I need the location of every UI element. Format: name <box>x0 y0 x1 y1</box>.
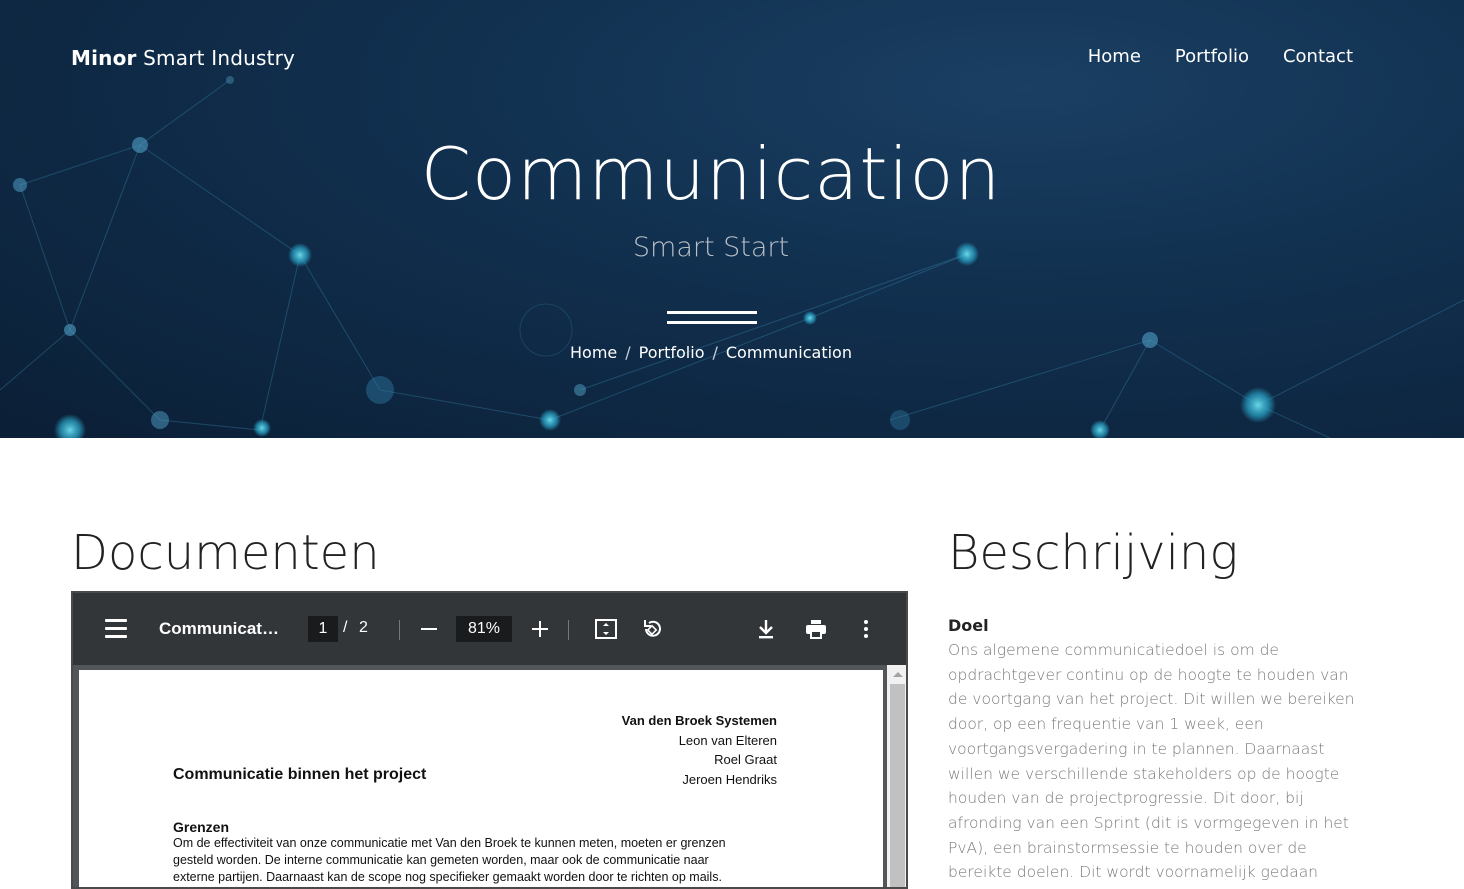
rotate-icon[interactable] <box>640 617 664 641</box>
pdf-text-line: Om de effectiviteit van onze communicati… <box>173 836 726 850</box>
page-title: Communication <box>420 132 1002 216</box>
breadcrumb-portfolio[interactable]: Portfolio <box>639 343 705 362</box>
toolbar-divider <box>568 620 569 640</box>
breadcrumb-home[interactable]: Home <box>570 343 617 362</box>
breadcrumb: Home / Portfolio / Communication <box>0 343 1422 362</box>
pdf-company: Van den Broek Systemen <box>621 713 777 728</box>
brand-bold: Minor <box>71 46 137 70</box>
pdf-viewer[interactable]: Communicati... 1 / 2 81% Van den Broek S… <box>71 591 908 889</box>
pdf-page: Van den Broek Systemen Leon van Elteren … <box>79 670 883 887</box>
nav-portfolio[interactable]: Portfolio <box>1175 46 1249 67</box>
title-divider <box>667 311 757 324</box>
pdf-toolbar: Communicati... 1 / 2 81% <box>73 593 906 665</box>
download-icon[interactable] <box>754 617 778 641</box>
hero-banner: Minor Smart Industry Home Portfolio Cont… <box>0 0 1464 438</box>
pdf-text-line: gesteld worden. De interne communicatie … <box>173 853 709 867</box>
brand-logo[interactable]: Minor Smart Industry <box>71 46 295 70</box>
description-text: Ons algemene communicatiedoel is om de o… <box>948 641 1355 882</box>
description-heading: Beschrijving <box>948 525 1239 581</box>
breadcrumb-current: Communication <box>725 343 852 362</box>
breadcrumb-separator: / <box>712 343 718 362</box>
zoom-in-icon[interactable] <box>532 621 548 637</box>
page-number-input[interactable]: 1 <box>308 616 338 642</box>
scroll-up-icon[interactable] <box>893 672 903 677</box>
scrollbar-thumb[interactable] <box>890 684 905 887</box>
page-total: 2 <box>359 619 368 636</box>
goal-subheading: Doel <box>948 616 989 635</box>
fit-page-icon[interactable] <box>594 617 618 641</box>
pdf-person: Jeroen Hendriks <box>682 772 777 787</box>
page-subtitle: Smart Start <box>632 232 790 263</box>
menu-icon[interactable] <box>105 619 127 639</box>
toolbar-divider <box>399 620 400 640</box>
zoom-level-input[interactable]: 81% <box>456 616 512 642</box>
pdf-person: Roel Graat <box>714 752 777 767</box>
nav-contact[interactable]: Contact <box>1283 46 1353 67</box>
documents-heading: Documenten <box>71 525 380 581</box>
pdf-person: Leon van Elteren <box>678 733 777 748</box>
page-separator: / <box>343 619 348 636</box>
pdf-scrollbar[interactable] <box>887 665 906 887</box>
pdf-title: Communicatie binnen het project <box>173 766 427 783</box>
pdf-text-line: externe partijen. Daarnaast kan de scope… <box>173 870 722 884</box>
nav-home[interactable]: Home <box>1088 46 1141 67</box>
pdf-file-title: Communicati... <box>159 619 279 638</box>
brand-rest: Smart Industry <box>136 46 296 70</box>
zoom-out-icon[interactable] <box>421 628 437 630</box>
pdf-section-heading: Grenzen <box>173 819 230 835</box>
breadcrumb-separator: / <box>625 343 631 362</box>
more-options-icon[interactable] <box>854 617 878 641</box>
main-nav: Home Portfolio Contact <box>1088 46 1353 67</box>
print-icon[interactable] <box>804 617 828 641</box>
